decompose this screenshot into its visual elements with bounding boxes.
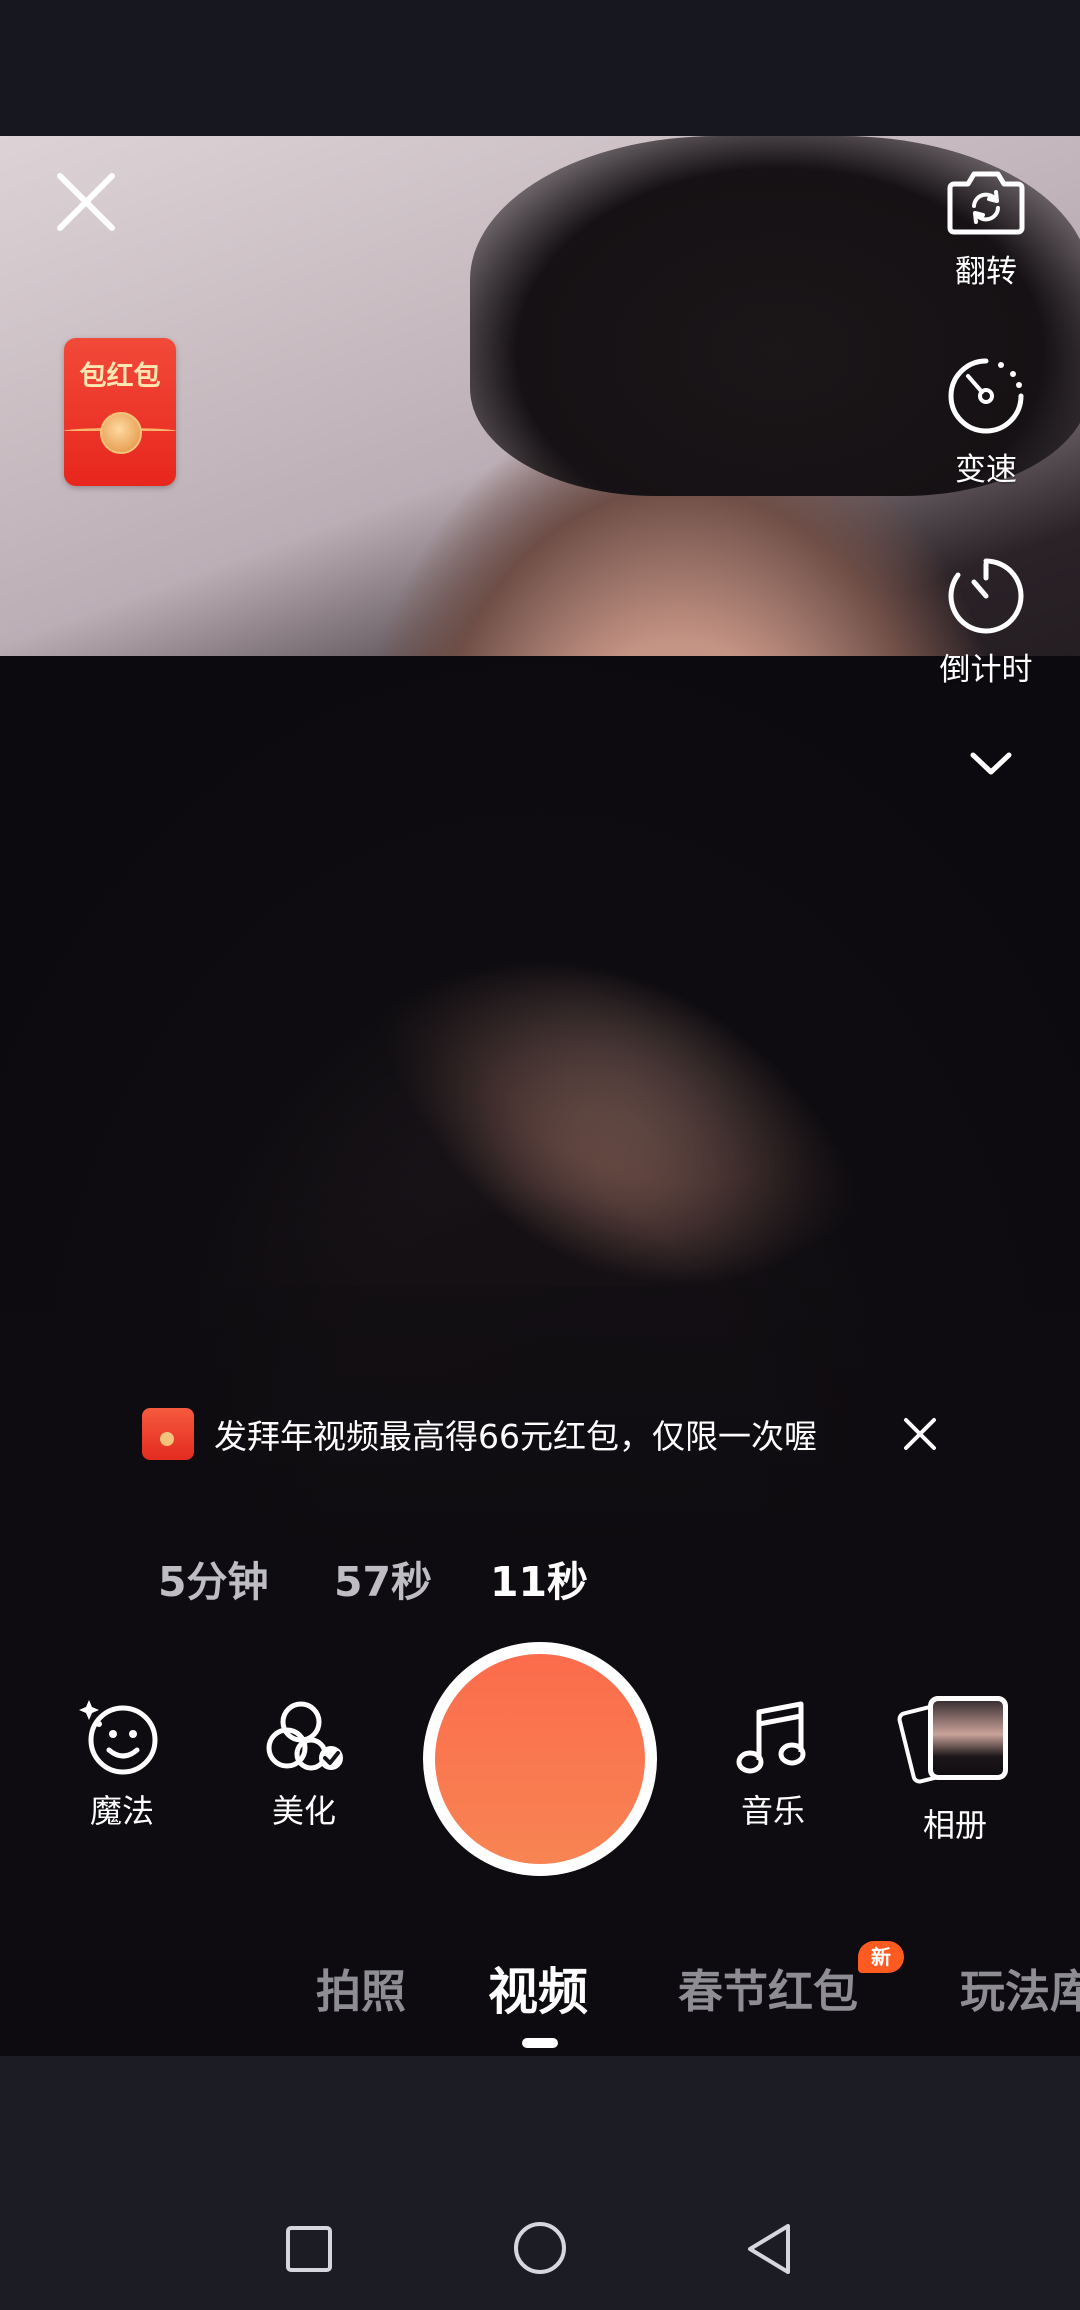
square-icon (286, 2226, 332, 2272)
chevron-down-icon (970, 752, 1012, 775)
promo-text: 发拜年视频最高得66元红包，仅限一次喔 (214, 1417, 817, 1456)
camera-flip-icon (947, 171, 1025, 235)
music-note-icon (736, 1701, 806, 1774)
flip-camera-button[interactable]: 翻转 (916, 164, 1056, 291)
record-button[interactable] (423, 1642, 657, 1876)
countdown-button[interactable]: 倒计时 (916, 556, 1056, 689)
magic-button[interactable]: 魔法 (52, 1696, 192, 1832)
mode-tabs: 拍照 视频 春节红包 玩法库 (0, 1955, 1080, 2025)
close-button[interactable] (52, 168, 120, 236)
hongbao-coin (100, 412, 142, 454)
magic-label: 魔法 (89, 1792, 154, 1830)
record-button-core (435, 1654, 645, 1864)
speed-button[interactable]: 变速 (916, 356, 1056, 489)
nav-home-button[interactable] (512, 2220, 568, 2280)
hongbao-label: 包红包 (79, 361, 161, 392)
music-label: 音乐 (740, 1792, 805, 1830)
close-icon (57, 173, 115, 231)
music-button[interactable]: 音乐 (703, 1696, 843, 1832)
flip-camera-label: 翻转 (955, 254, 1017, 290)
duration-selector: 5分钟 57秒 11秒 (0, 1548, 1080, 1606)
duration-option[interactable]: 5分钟 (158, 1548, 269, 1608)
countdown-label: 倒计时 (939, 652, 1033, 688)
new-badge: 新 (858, 1941, 904, 1973)
duration-option[interactable]: 57秒 (334, 1548, 432, 1608)
close-icon (904, 1418, 936, 1450)
duration-option-selected[interactable]: 11秒 (490, 1548, 588, 1608)
tab-video[interactable]: 视频 (488, 1952, 588, 2024)
album-label: 相册 (922, 1806, 987, 1844)
magic-face-icon (79, 1700, 158, 1775)
timer-icon (948, 558, 1024, 634)
beautify-label: 美化 (271, 1792, 336, 1830)
red-envelope-icon (142, 1408, 194, 1460)
album-button[interactable] (895, 1692, 1010, 1786)
tab-spring-hongbao[interactable]: 春节红包 (678, 1955, 858, 2020)
circle-icon (514, 2222, 566, 2274)
hongbao-widget[interactable]: 包红包 (64, 338, 176, 486)
tab-photo[interactable]: 拍照 (316, 1955, 406, 2020)
active-mode-indicator (522, 2038, 558, 2048)
speed-label: 变速 (955, 452, 1017, 488)
beautify-icon (266, 1701, 343, 1771)
status-bar (0, 0, 1080, 136)
tab-gameplay-library[interactable]: 玩法库 (960, 1955, 1080, 2020)
promo-close-button[interactable] (902, 1416, 938, 1452)
promo-banner[interactable]: 发拜年视频最高得66元红包，仅限一次喔 (142, 1404, 817, 1464)
expand-tools-button[interactable] (967, 748, 1015, 778)
nav-back-button[interactable] (744, 2222, 796, 2280)
nav-recent-button[interactable] (284, 2224, 334, 2278)
speedometer-icon (948, 358, 1024, 434)
beautify-button[interactable]: 美化 (234, 1696, 374, 1832)
triangle-back-icon (748, 2224, 790, 2274)
album-thumbnail-icon (928, 1696, 1008, 1780)
